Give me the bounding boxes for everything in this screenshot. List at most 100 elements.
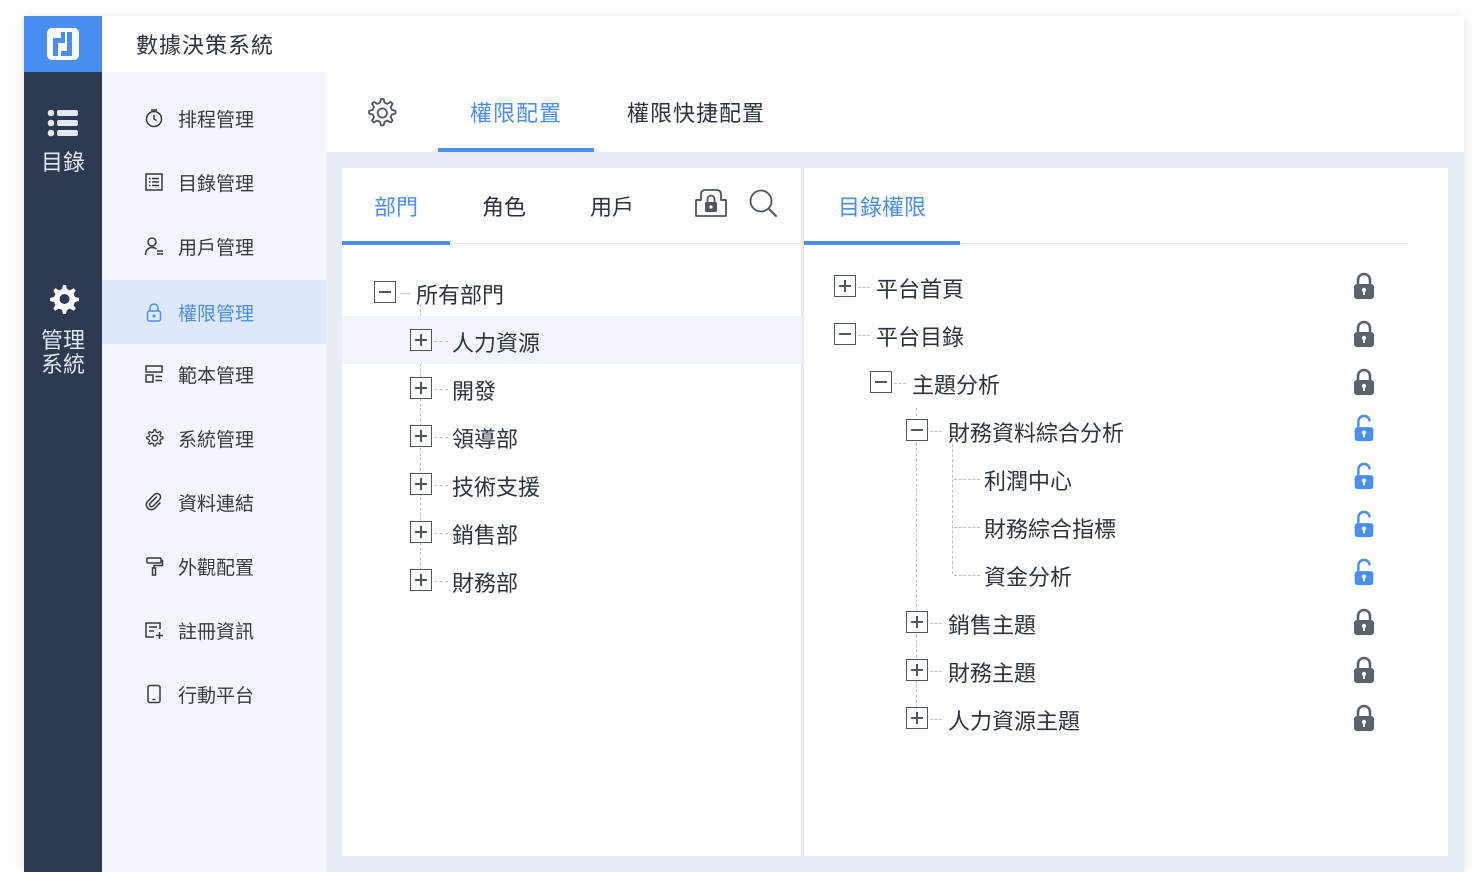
lock-closed-icon[interactable]	[1352, 272, 1376, 300]
tree-guide-line	[930, 671, 942, 672]
lock-icon	[144, 302, 164, 322]
tree-node-label: 資金分析	[984, 566, 1073, 591]
tree-node-platform-home[interactable]: 平台首頁	[804, 262, 1408, 310]
tree-node-label: 人力資源主題	[948, 710, 1081, 735]
lock-open-icon[interactable]	[1352, 414, 1376, 442]
tree-guide-line	[858, 287, 870, 288]
app-title: 數據決策系統	[136, 34, 275, 59]
tree-node-label: 人力資源	[452, 332, 541, 357]
expand-icon[interactable]	[410, 473, 432, 495]
collapse-icon[interactable]	[374, 281, 396, 303]
collapse-icon[interactable]	[870, 371, 892, 393]
paint-roller-icon	[144, 556, 164, 576]
tree-node-finance-topic[interactable]: 財務主題	[804, 646, 1408, 694]
tab-catalog-permission[interactable]: 目錄權限	[804, 168, 960, 245]
tree-guide-line	[434, 437, 448, 438]
tree-node-hr-topic[interactable]: 人力資源主題	[804, 694, 1408, 742]
tree-node-finance[interactable]: 財務部	[342, 556, 802, 604]
menu-item-users[interactable]: 用戶管理	[102, 214, 326, 278]
menu-item-mobile[interactable]: 行動平台	[102, 662, 326, 726]
tree-node-finance-data-analysis[interactable]: 財務資料綜合分析	[804, 406, 1408, 454]
lock-closed-icon[interactable]	[1352, 368, 1376, 396]
tree-guide-line	[930, 431, 942, 432]
tab-label: 角色	[481, 196, 526, 221]
mobile-icon	[144, 684, 164, 704]
tree-node-tech-support[interactable]: 技術支援	[342, 460, 802, 508]
timer-icon	[144, 108, 164, 128]
tree-guide-line	[434, 485, 448, 486]
expand-icon[interactable]	[906, 707, 928, 729]
tree-node-hr[interactable]: 人力資源	[342, 316, 802, 364]
tree-node-sales-topic[interactable]: 銷售主題	[804, 598, 1408, 646]
department-panel: 部門 角色 用戶 所有部門 人力資源 開發 領導部 技術支援 銷售部 財務部	[342, 168, 802, 856]
tree-node-label: 財務部	[452, 572, 519, 597]
tree-node-label: 銷售部	[452, 524, 519, 549]
lock-folder-icon[interactable]	[694, 188, 728, 222]
lock-open-icon[interactable]	[1352, 510, 1376, 538]
tree-node-root[interactable]: 所有部門	[342, 268, 802, 316]
collapse-icon[interactable]	[906, 419, 928, 441]
tree-node-profit-center[interactable]: 利潤中心	[804, 454, 1408, 502]
list-icon	[47, 109, 78, 137]
expand-icon[interactable]	[410, 569, 432, 591]
tree-guide-line	[930, 623, 942, 624]
menu-item-system[interactable]: 系統管理	[102, 406, 326, 470]
expand-icon[interactable]	[410, 329, 432, 351]
menu-item-permissions[interactable]: 權限管理	[102, 280, 326, 344]
tab-department[interactable]: 部門	[342, 168, 450, 245]
menu-item-templates[interactable]: 範本管理	[102, 342, 326, 406]
tree-guide-line	[434, 581, 448, 582]
lock-closed-icon[interactable]	[1352, 656, 1376, 684]
tree-node-dev[interactable]: 開發	[342, 364, 802, 412]
menu-item-appearance[interactable]: 外觀配置	[102, 534, 326, 598]
tab-label: 目錄權限	[837, 196, 926, 221]
menu-item-data-connection[interactable]: 資料連結	[102, 470, 326, 534]
user-icon	[144, 236, 164, 256]
tab-permission-config[interactable]: 權限配置	[438, 72, 594, 152]
tree-guide-line	[434, 533, 448, 534]
expand-icon[interactable]	[906, 659, 928, 681]
tree-node-label: 利潤中心	[984, 470, 1073, 495]
lock-closed-icon[interactable]	[1352, 608, 1376, 636]
lock-open-icon[interactable]	[1352, 462, 1376, 490]
tree-node-leadership[interactable]: 領導部	[342, 412, 802, 460]
tree-node-label: 銷售主題	[948, 614, 1037, 639]
tree-node-platform-catalog[interactable]: 平台目錄	[804, 310, 1408, 358]
expand-icon[interactable]	[410, 425, 432, 447]
menu-item-registration[interactable]: 註冊資訊	[102, 598, 326, 662]
expand-icon[interactable]	[906, 611, 928, 633]
lock-open-icon[interactable]	[1352, 558, 1376, 586]
rail-item-catalog[interactable]: 目錄	[24, 108, 102, 176]
tab-label: 用戶	[589, 196, 634, 221]
catalog-permission-panel: 目錄權限 平台首頁 平台目錄 主題分析 財務資料綜合分析 利潤中心 財務綜合指標…	[804, 168, 1448, 856]
tab-user[interactable]: 用戶	[558, 168, 666, 244]
tree-guide-line	[894, 383, 906, 384]
lock-closed-icon[interactable]	[1352, 320, 1376, 348]
app-logo[interactable]	[24, 16, 102, 72]
collapse-icon[interactable]	[834, 323, 856, 345]
search-icon[interactable]	[748, 188, 778, 222]
tree-node-fund-analysis[interactable]: 資金分析	[804, 550, 1408, 598]
rail-item-management[interactable]: 管理 系統	[24, 282, 102, 378]
menu-item-label: 系統管理	[178, 428, 255, 451]
tree-node-label: 財務主題	[948, 662, 1037, 687]
template-icon	[144, 364, 164, 384]
expand-icon[interactable]	[410, 521, 432, 543]
lock-closed-icon[interactable]	[1352, 704, 1376, 732]
tree-node-sales[interactable]: 銷售部	[342, 508, 802, 556]
tab-label: 部門	[373, 196, 418, 221]
settings-gear-icon[interactable]	[364, 96, 398, 130]
expand-icon[interactable]	[834, 275, 856, 297]
menu-item-label: 外觀配置	[178, 556, 255, 579]
content-area: 權限配置 權限快捷配置 部門 角色 用戶 所有部門 人力資源 開發 領導部 技術…	[326, 72, 1464, 872]
menu-item-catalog[interactable]: 目錄管理	[102, 150, 326, 214]
rail-item-management-label-1: 管理	[40, 329, 85, 354]
tab-permission-quick-config[interactable]: 權限快捷配置	[616, 72, 776, 152]
menu-item-schedule[interactable]: 排程管理	[102, 86, 326, 150]
tab-role[interactable]: 角色	[450, 168, 558, 244]
register-icon	[144, 620, 164, 640]
tree-node-finance-indicators[interactable]: 財務綜合指標	[804, 502, 1408, 550]
tree-node-topic-analysis[interactable]: 主題分析	[804, 358, 1408, 406]
tree-guide-line	[858, 335, 870, 336]
expand-icon[interactable]	[410, 377, 432, 399]
